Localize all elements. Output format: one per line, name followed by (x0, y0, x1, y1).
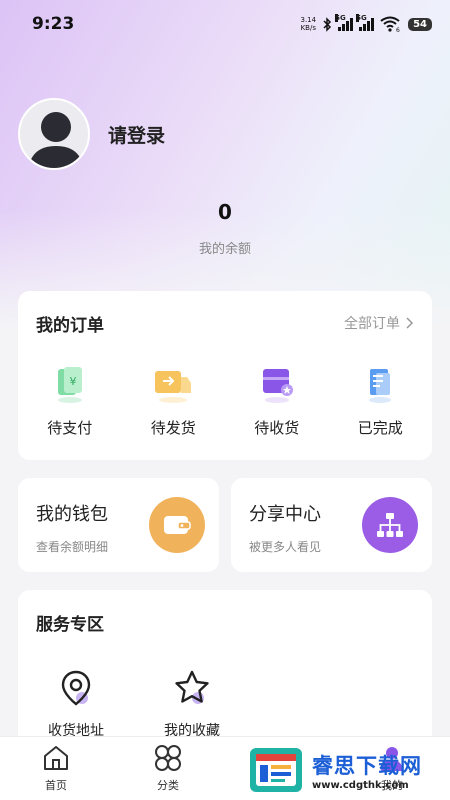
status-time: 9:23 (32, 14, 75, 34)
watermark-url: www.cdgthk.com (312, 779, 409, 791)
services-title: 服务专区 (36, 615, 104, 635)
profile-section[interactable]: 请登录 (18, 98, 165, 170)
services-card: 服务专区 收货地址 我的收藏 (18, 590, 432, 750)
category-icon (155, 745, 181, 771)
location-icon (61, 670, 91, 706)
payment-icon: ¥ (57, 367, 82, 403)
watermark-logo-icon (250, 748, 302, 792)
watermark: 睿思下载网 www.cdgthk.com (248, 740, 450, 800)
wifi-icon: 6 (380, 16, 400, 32)
avatar[interactable] (18, 98, 90, 170)
status-bar: 9:23 3.14 KB/s 5G 5G 6 54 (0, 0, 450, 48)
wallet-subtitle: 查看余额明细 (36, 540, 109, 554)
share-title: 分享中心 (249, 504, 321, 525)
bluetooth-icon (323, 16, 332, 32)
order-status-list: ¥ 待支付 待发货 待收货 已完成 (18, 363, 432, 438)
star-icon (175, 670, 209, 704)
service-item-address[interactable]: 收货地址 (18, 668, 134, 740)
wallet-title: 我的钱包 (36, 504, 108, 525)
order-item-pending-shipment[interactable]: 待发货 (122, 363, 226, 438)
share-card[interactable]: 分享中心 被更多人看见 (231, 478, 432, 572)
truck-icon (155, 371, 192, 403)
order-item-completed[interactable]: 已完成 (329, 363, 433, 438)
order-item-pending-payment[interactable]: ¥ 待支付 (18, 363, 122, 438)
all-orders-link[interactable]: 全部订单 (344, 313, 414, 333)
battery-indicator: 54 (408, 17, 432, 31)
svg-text:6: 6 (396, 27, 400, 32)
login-prompt[interactable]: 请登录 (108, 121, 165, 148)
document-icon (369, 369, 392, 403)
network-speed: 3.14 KB/s (300, 16, 317, 32)
chevron-right-icon (406, 317, 414, 329)
signal-icon: 5G (335, 14, 354, 31)
watermark-title: 睿思下载网 (312, 753, 422, 778)
status-indicators: 3.14 KB/s 5G 5G 6 54 (300, 14, 432, 32)
tab-home[interactable]: 首页 (0, 737, 112, 800)
order-item-pending-receipt[interactable]: 待收货 (225, 363, 329, 438)
balance-label: 我的余额 (198, 242, 251, 257)
wallet-card[interactable]: 我的钱包 查看余额明细 (18, 478, 219, 572)
service-item-favorites[interactable]: 我的收藏 (134, 668, 250, 740)
signal-icon: 5G (356, 14, 375, 31)
wallet-icon (149, 497, 205, 553)
balance-section[interactable]: 0 我的余额 (0, 200, 450, 257)
balance-value: 0 (218, 200, 232, 224)
svg-text:¥: ¥ (69, 375, 76, 388)
package-icon (262, 369, 293, 403)
network-icon (362, 497, 418, 553)
share-subtitle: 被更多人看见 (249, 540, 322, 554)
home-icon (44, 746, 68, 770)
orders-card: 我的订单 全部订单 ¥ 待支付 待发货 待收货 已完成 (18, 291, 432, 460)
user-silhouette-icon (28, 112, 84, 168)
service-list: 收货地址 我的收藏 (18, 668, 250, 740)
tab-category[interactable]: 分类 (112, 737, 224, 800)
orders-title: 我的订单 (36, 316, 104, 336)
